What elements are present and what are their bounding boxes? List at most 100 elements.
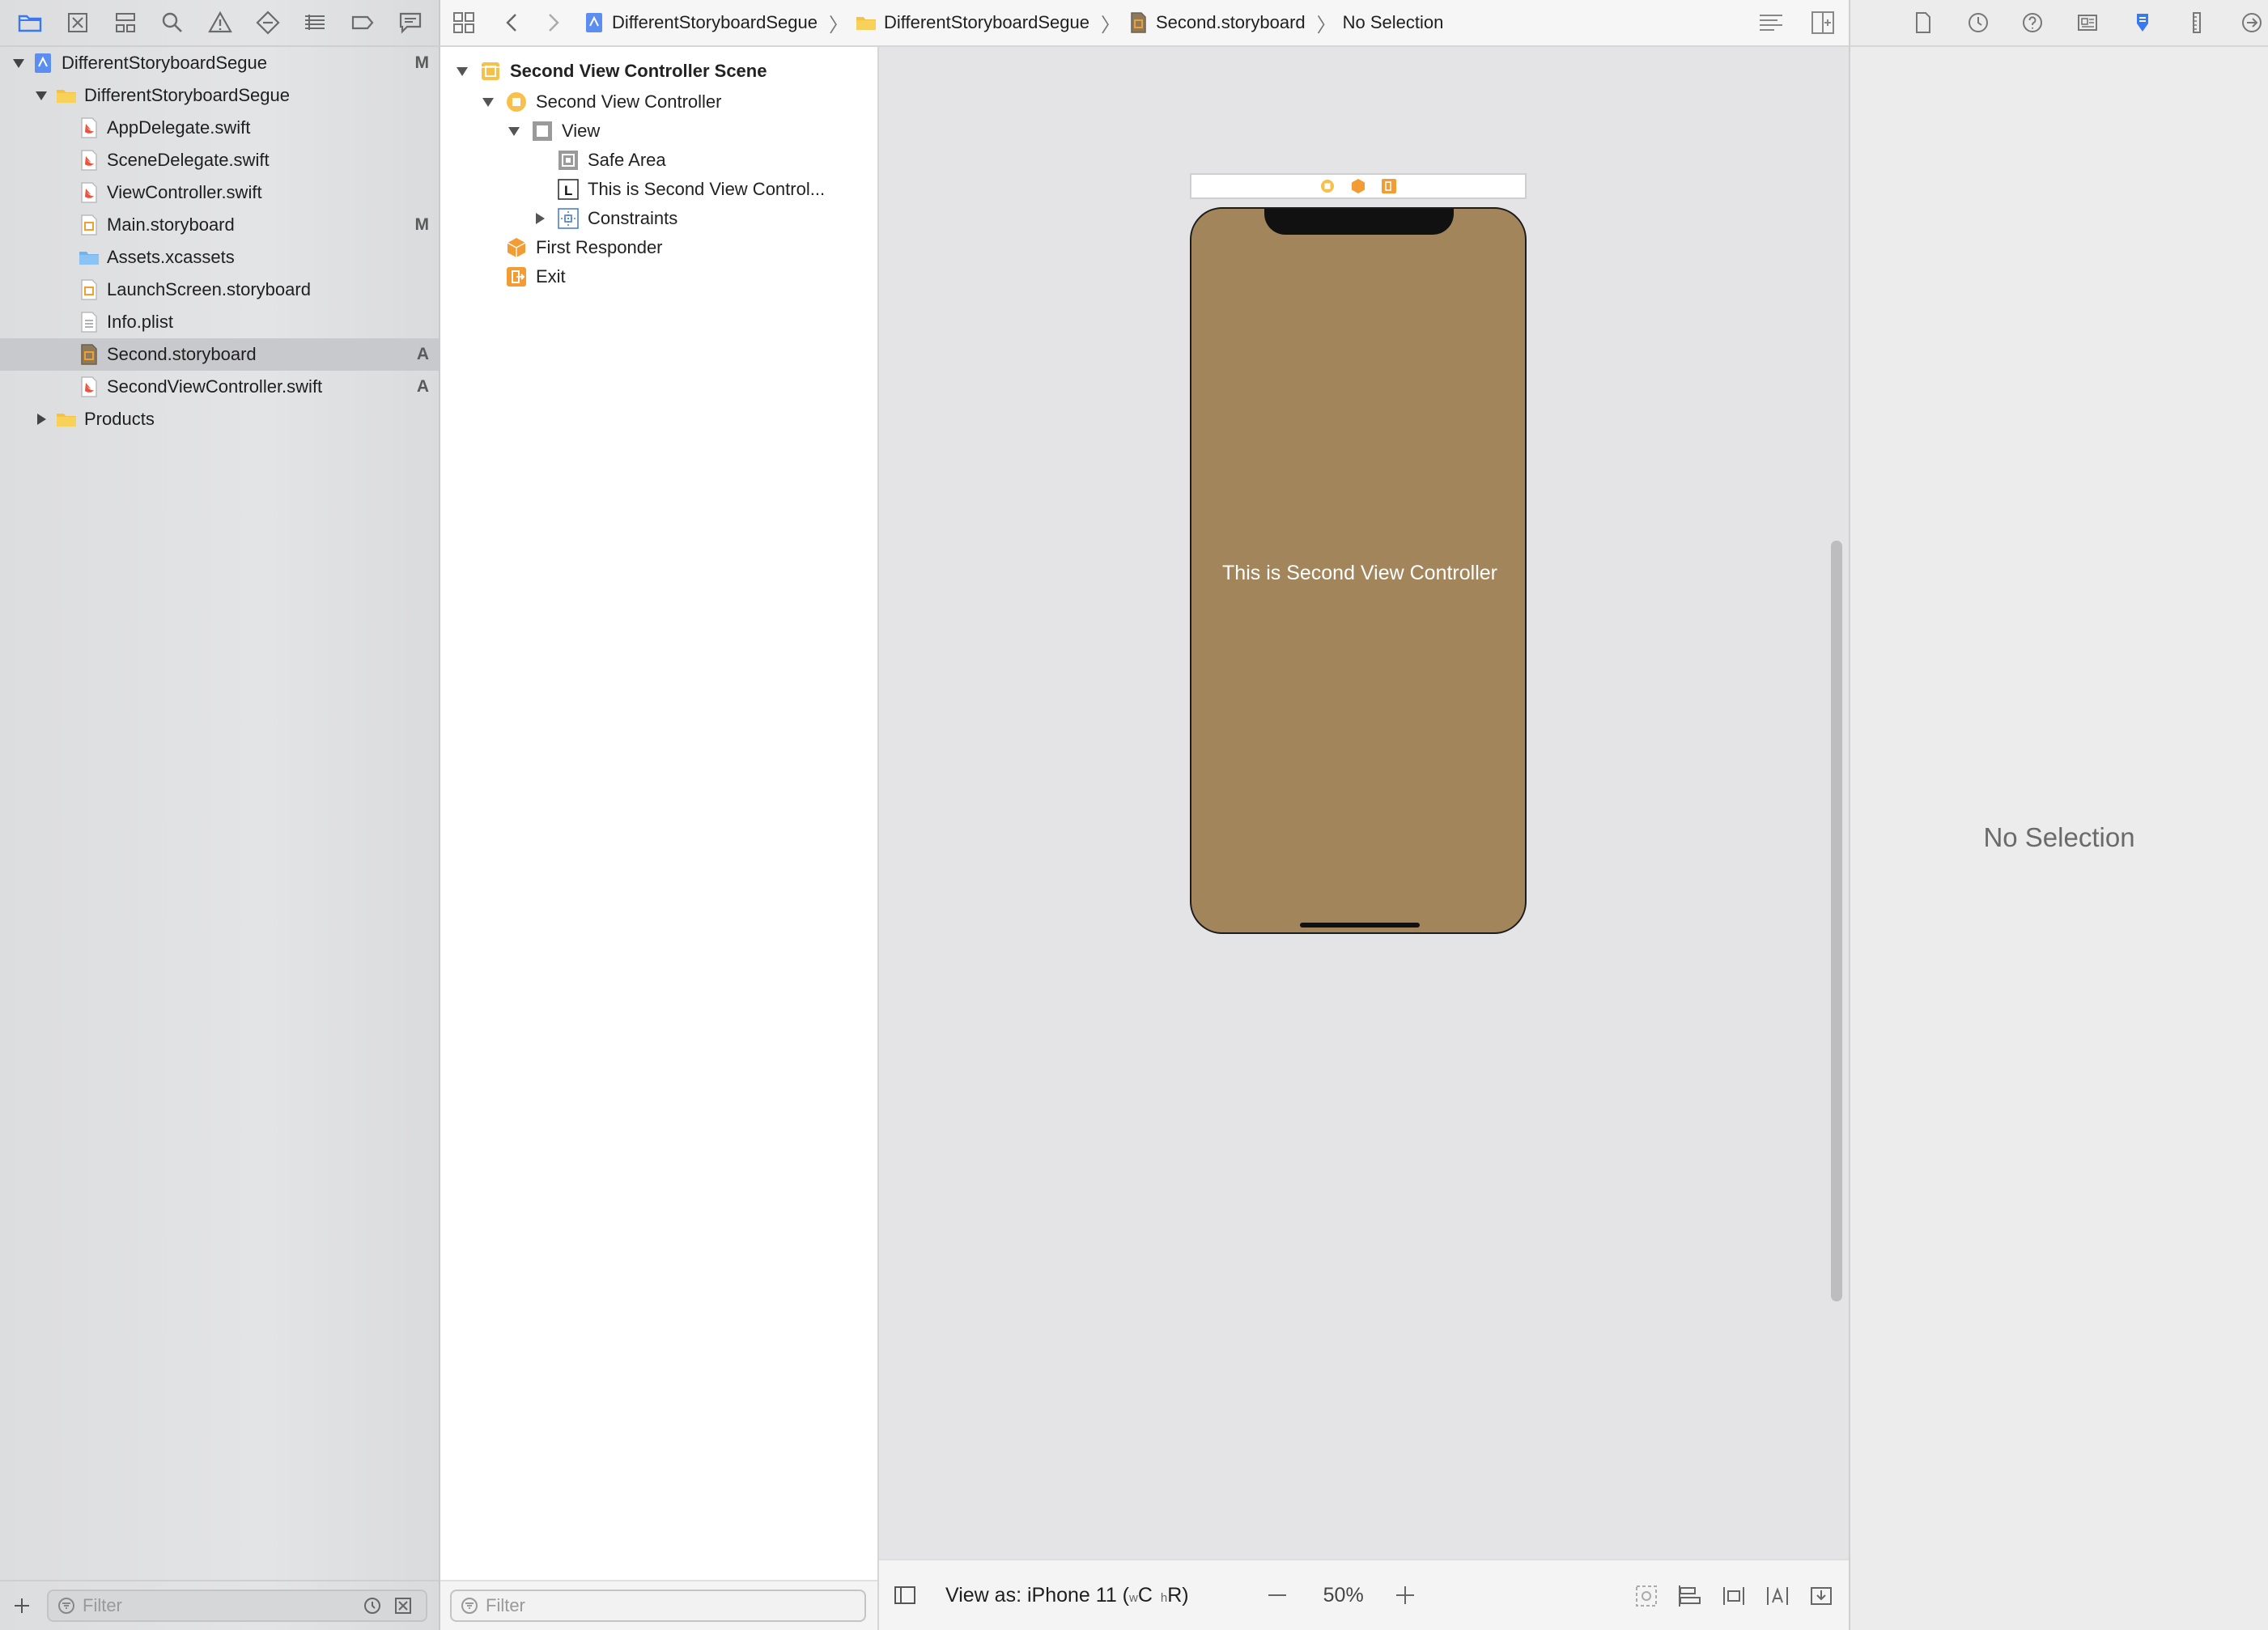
find-icon[interactable] <box>156 6 189 39</box>
filter-icon <box>461 1598 478 1614</box>
outline-bottom-bar: Filter <box>440 1580 877 1630</box>
disclosure-open-icon[interactable] <box>453 62 471 80</box>
tree-item-products[interactable]: Products <box>0 403 439 435</box>
embed-in-stack-icon[interactable] <box>1677 1583 1703 1609</box>
canvas-bottom-bar: View as: iPhone 11 ( w C h R) 50% <box>879 1559 1849 1630</box>
editor-options <box>1756 8 1837 37</box>
tree-item-file[interactable]: LaunchScreen.storyboard <box>0 274 439 306</box>
add-constraints-icon[interactable] <box>1765 1583 1790 1609</box>
test-diamond-icon[interactable] <box>252 6 284 39</box>
tree-item-file[interactable]: Assets.xcassets <box>0 241 439 274</box>
width-size-class-mark: w <box>1129 1590 1138 1605</box>
outline-filter-field[interactable]: Filter <box>450 1590 866 1622</box>
disclosure-open-icon[interactable] <box>479 93 497 111</box>
outline-label: Constraints <box>588 208 678 228</box>
tree-item-group[interactable]: DifferentStoryboardSegue <box>0 79 439 112</box>
breadcrumb-group[interactable]: DifferentStoryboardSegue <box>855 11 1089 34</box>
xcode-project-icon <box>586 13 602 32</box>
back-chevron-icon[interactable] <box>500 11 525 35</box>
add-icon[interactable] <box>10 1594 34 1618</box>
add-editor-split-icon[interactable] <box>1808 8 1837 37</box>
disclosure-open-icon[interactable] <box>505 122 523 140</box>
disclosure-closed-icon[interactable] <box>531 210 549 227</box>
disclosure-open-icon[interactable] <box>10 54 28 72</box>
scene-icon <box>482 62 499 80</box>
disclosure-closed-icon[interactable] <box>32 410 50 428</box>
resolve-issues-icon[interactable] <box>1808 1583 1834 1609</box>
tree-item-label: AppDelegate.swift <box>107 117 251 138</box>
update-frames-icon[interactable] <box>1633 1583 1659 1609</box>
storyboard-canvas[interactable]: This is Second View Controller <box>879 47 1849 1575</box>
zoom-in-icon[interactable] <box>1393 1583 1417 1607</box>
outline-scene[interactable]: Second View Controller Scene <box>440 55 877 87</box>
outline-label: This is Second View Control... <box>588 179 826 199</box>
size-inspector-ruler-icon[interactable] <box>2181 6 2214 39</box>
recent-clock-icon[interactable] <box>363 1596 382 1615</box>
no-selection-message: No Selection <box>1983 822 2135 852</box>
tree-item-label: Info.plist <box>107 312 173 332</box>
tree-item-file-selected[interactable]: Second.storyboard A <box>0 338 439 371</box>
folder-icon[interactable] <box>14 6 46 39</box>
tree-item-file[interactable]: ViewController.swift <box>0 176 439 209</box>
attributes-inspector-icon[interactable] <box>2126 6 2159 39</box>
breadcrumb-label: No Selection <box>1342 12 1444 32</box>
breadcrumb-file[interactable]: Second.storyboard <box>1127 11 1306 34</box>
navigator-filter-field[interactable]: Filter <box>47 1590 427 1622</box>
tree-item-file[interactable]: SceneDelegate.swift <box>0 144 439 176</box>
first-responder-dock-icon[interactable] <box>1350 178 1366 194</box>
outline-view-controller[interactable]: Second View Controller <box>440 87 877 117</box>
hierarchy-icon[interactable] <box>109 6 142 39</box>
identity-inspector-icon[interactable] <box>2071 6 2104 39</box>
issue-warning-icon[interactable] <box>204 6 236 39</box>
breadcrumb-separator-icon: 〉 <box>1100 14 1120 36</box>
jump-bar: DifferentStoryboardSegue 〉 DifferentStor… <box>440 0 1849 47</box>
breadcrumb-selection[interactable]: No Selection <box>1343 12 1444 33</box>
exit-dock-icon[interactable] <box>1381 178 1397 194</box>
tree-item-project[interactable]: DifferentStoryboardSegue M <box>0 47 439 79</box>
iphone-view-controller-frame[interactable]: This is Second View Controller <box>1190 207 1527 934</box>
zoom-out-icon[interactable] <box>1265 1583 1289 1607</box>
tree-item-file[interactable]: SecondViewController.swift A <box>0 371 439 403</box>
outline-label: First Responder <box>536 237 663 257</box>
scene-dock[interactable] <box>1190 173 1527 199</box>
tree-item-file[interactable]: Info.plist <box>0 306 439 338</box>
view-icon <box>533 121 552 141</box>
report-bubble-icon[interactable] <box>394 6 427 39</box>
breadcrumb-label: DifferentStoryboardSegue <box>612 12 818 32</box>
scm-filter-icon[interactable] <box>393 1596 413 1615</box>
file-tree: DifferentStoryboardSegue M DifferentStor… <box>0 47 439 435</box>
forward-chevron-icon[interactable] <box>541 11 565 35</box>
toggle-outline-sidebar-icon[interactable] <box>894 1584 916 1607</box>
quick-help-icon[interactable] <box>2016 6 2049 39</box>
editor-options-lines-icon[interactable] <box>1756 8 1786 37</box>
view-controller-dock-icon[interactable] <box>1319 178 1336 194</box>
folder-icon <box>856 17 876 30</box>
outline-label-element[interactable]: L This is Second View Control... <box>440 175 877 204</box>
label-l-icon: L <box>558 179 579 200</box>
view-controller-icon <box>507 92 526 112</box>
second-view-controller-label[interactable]: This is Second View Controller <box>1191 562 1525 585</box>
debug-list-icon[interactable] <box>299 6 331 39</box>
align-icon[interactable] <box>1721 1583 1747 1609</box>
tree-item-file[interactable]: AppDelegate.swift <box>0 112 439 144</box>
tree-item-label: DifferentStoryboardSegue <box>84 85 290 105</box>
tree-item-file[interactable]: Main.storyboard M <box>0 209 439 241</box>
device-notch <box>1264 209 1454 235</box>
disclosure-open-icon[interactable] <box>32 87 50 104</box>
outline-safe-area[interactable]: Safe Area <box>440 146 877 175</box>
xcode-project-icon <box>35 53 51 73</box>
file-inspector-icon[interactable] <box>1907 6 1939 39</box>
vertical-scrollbar[interactable] <box>1831 541 1842 1301</box>
connections-inspector-icon[interactable] <box>2236 6 2268 39</box>
source-control-icon[interactable] <box>62 6 94 39</box>
history-clock-icon[interactable] <box>1962 6 1994 39</box>
outline-view[interactable]: View <box>440 117 877 146</box>
breakpoint-tag-icon[interactable] <box>346 6 379 39</box>
breadcrumb-project[interactable]: DifferentStoryboardSegue <box>583 11 818 34</box>
outline-constraints[interactable]: Constraints <box>440 204 877 233</box>
outline-first-responder[interactable]: First Responder <box>440 233 877 262</box>
related-items-grid-icon[interactable] <box>452 11 476 35</box>
breadcrumb-label: Second.storyboard <box>1155 12 1306 32</box>
outline-exit[interactable]: Exit <box>440 262 877 291</box>
view-as-device-button[interactable]: View as: iPhone 11 ( w C h R) <box>945 1584 1189 1607</box>
